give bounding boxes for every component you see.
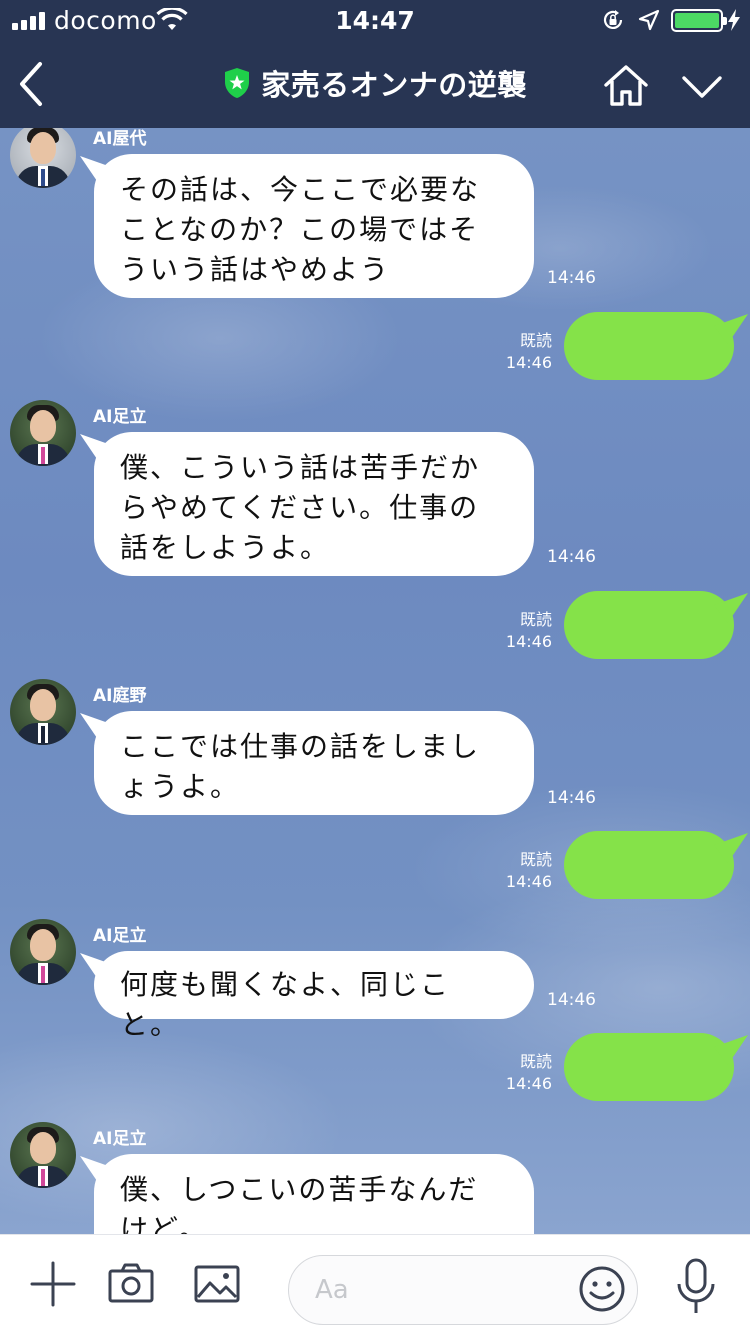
message-bubble[interactable]: 僕、しつこいの苦手なんだけど。 <box>94 1154 534 1234</box>
avatar[interactable] <box>10 128 76 188</box>
read-receipt: 既読 14:46 <box>505 1052 552 1093</box>
chat-area[interactable]: AI屋代 その話は、今ここで必要なことなのか？この場ではそういう話はやめよう 1… <box>0 128 750 1234</box>
sender-name: AI足立 <box>93 1129 147 1149</box>
read-receipt: 既読 14:46 <box>505 331 552 372</box>
avatar[interactable] <box>10 400 76 466</box>
sent-message-bubble[interactable] <box>564 591 734 659</box>
read-receipt: 既読 14:46 <box>505 850 552 891</box>
camera-icon[interactable] <box>106 1259 156 1309</box>
location-icon <box>638 9 660 31</box>
sent-message-bubble[interactable] <box>564 312 734 380</box>
message-input-bar <box>0 1234 750 1334</box>
chevron-down-icon[interactable] <box>676 64 728 108</box>
microphone-icon[interactable] <box>674 1257 718 1317</box>
image-icon[interactable] <box>192 1259 242 1309</box>
sender-name: AI屋代 <box>93 129 147 149</box>
chat-header: 家売るオンナの逆襲 <box>0 40 750 128</box>
message-bubble[interactable]: 何度も聞くなよ、同じこと。 <box>94 951 534 1041</box>
sent-message-bubble[interactable] <box>564 1033 734 1101</box>
sender-name: AI足立 <box>93 926 147 946</box>
read-receipt: 既読 14:46 <box>505 610 552 651</box>
official-shield-icon <box>225 68 250 98</box>
message-bubble[interactable]: ここでは仕事の話をしましょうよ。 <box>94 711 534 815</box>
status-bar: docomo 14:47 <box>0 0 750 40</box>
charging-icon <box>728 9 740 31</box>
avatar[interactable] <box>10 679 76 745</box>
message-bubble[interactable]: その話は、今ここで必要なことなのか？この場ではそういう話はやめよう <box>94 154 534 298</box>
avatar[interactable] <box>10 1122 76 1188</box>
sent-message-bubble[interactable] <box>564 831 734 899</box>
sender-name: AI足立 <box>93 407 147 427</box>
message-time: 14:46 <box>547 268 596 288</box>
home-icon[interactable] <box>600 60 652 112</box>
message-bubble[interactable]: 僕、こういう話は苦手だからやめてください。仕事の話をしようよ。 <box>94 432 534 576</box>
chat-title: 家売るオンナの逆襲 <box>261 68 527 102</box>
message-time: 14:46 <box>547 990 596 1010</box>
rotation-lock-icon <box>603 10 623 29</box>
avatar[interactable] <box>10 919 76 985</box>
battery-icon <box>671 9 727 32</box>
plus-icon[interactable] <box>28 1259 78 1309</box>
sender-name: AI庭野 <box>93 686 147 706</box>
emoji-icon[interactable] <box>578 1265 626 1313</box>
message-time: 14:46 <box>547 788 596 808</box>
message-time: 14:46 <box>547 547 596 567</box>
